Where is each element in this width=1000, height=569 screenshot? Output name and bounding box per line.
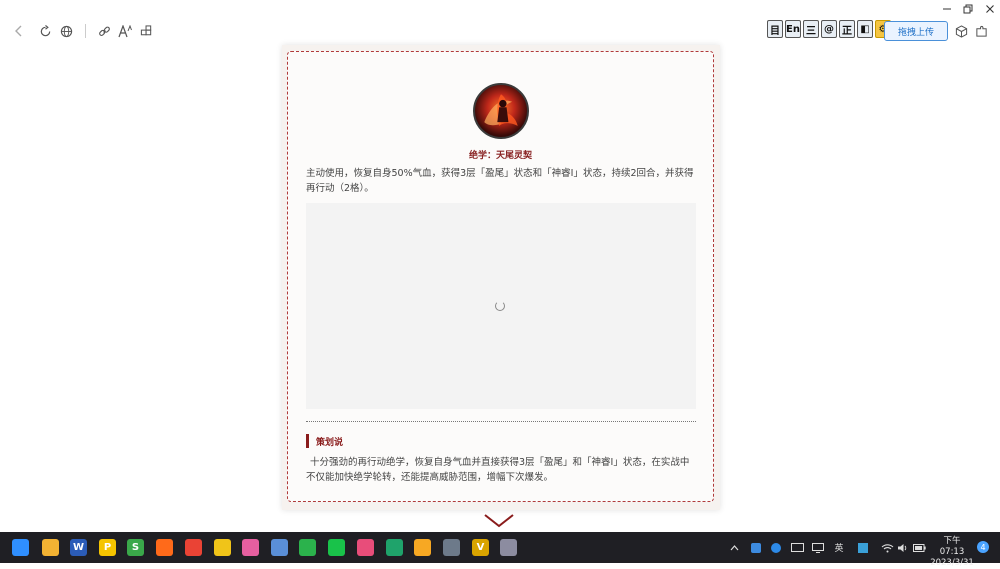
- section-accent-bar: [306, 434, 309, 448]
- wechat-icon[interactable]: [299, 539, 316, 556]
- refresh-icon[interactable]: [36, 22, 54, 40]
- tray-app-icon[interactable]: [749, 541, 762, 554]
- loading-spinner-icon: [495, 301, 505, 311]
- file-explorer-icon[interactable]: [42, 539, 59, 556]
- app-pink-icon[interactable]: [242, 539, 259, 556]
- ime-toolbar: 目 En 三 @ 正 ◧ ⚙: [767, 20, 891, 40]
- minimize-icon[interactable]: [940, 3, 954, 15]
- line-icon[interactable]: [328, 539, 345, 556]
- start-icon[interactable]: [12, 539, 29, 556]
- app-window-icon[interactable]: [271, 539, 288, 556]
- word-icon[interactable]: W: [70, 539, 87, 556]
- calculator-icon[interactable]: [443, 539, 460, 556]
- app-v-icon[interactable]: V: [472, 539, 489, 556]
- clock-date: 2023/3/31: [930, 558, 974, 568]
- tray-blue-icon[interactable]: [856, 541, 870, 554]
- restore-icon[interactable]: [961, 3, 975, 15]
- keyboard-icon[interactable]: [790, 541, 804, 554]
- toolbar-separator: [85, 24, 86, 38]
- chevron-down-icon[interactable]: [484, 514, 514, 528]
- close-icon[interactable]: [983, 3, 997, 15]
- skill-video-player[interactable]: [306, 203, 696, 409]
- ime-key-1[interactable]: En: [785, 20, 801, 38]
- skill-description: 主动使用，恢复自身50%气血，获得3层「盈尾」状态和「神睿I」状态，持续2回合，…: [306, 168, 694, 194]
- ime-key-3[interactable]: @: [821, 20, 837, 38]
- extensions-icon[interactable]: [137, 22, 155, 40]
- puzzle-icon[interactable]: [972, 22, 990, 40]
- section-title: 策划说: [316, 437, 344, 448]
- back-icon[interactable]: [10, 22, 28, 40]
- app-photo-icon[interactable]: [500, 539, 517, 556]
- drag-upload-button[interactable]: 拖拽上传: [884, 21, 948, 41]
- ime-key-0[interactable]: 目: [767, 20, 783, 38]
- ime-key-5[interactable]: ◧: [857, 20, 873, 38]
- skill-card: 绝学：天尾灵契 主动使用，恢复自身50%气血，获得3层「盈尾」状态和「神睿I」状…: [287, 51, 714, 502]
- section-header: 策划说: [306, 434, 343, 448]
- skill-avatar-image: [473, 83, 529, 139]
- edge-icon[interactable]: [386, 539, 403, 556]
- volume-icon[interactable]: [896, 541, 910, 554]
- ime-language-indicator[interactable]: 英: [832, 541, 846, 554]
- link-icon[interactable]: [95, 22, 113, 40]
- text-size-icon[interactable]: [116, 22, 134, 40]
- firefox-icon[interactable]: [156, 539, 173, 556]
- system-clock[interactable]: 下午 07:13 2023/3/31: [930, 536, 974, 569]
- show-hidden-icons-icon[interactable]: [729, 541, 739, 554]
- ime-key-4[interactable]: 正: [839, 20, 855, 38]
- section-text: 十分强劲的再行动绝学，恢复自身气血并直接获得3层「盈尾」和「神睿I」状态，在实战…: [306, 457, 690, 483]
- wifi-icon[interactable]: [880, 541, 894, 554]
- notification-badge[interactable]: 4: [977, 541, 989, 553]
- clock-time: 下午 07:13: [939, 536, 965, 557]
- app-s-icon[interactable]: S: [127, 539, 144, 556]
- tray-drop-icon[interactable]: [769, 541, 782, 554]
- app-pink2-icon[interactable]: [357, 539, 374, 556]
- chrome-icon[interactable]: [185, 539, 202, 556]
- cube-icon[interactable]: [952, 22, 970, 40]
- taskbar: WPS V 英 下午 07:13 2023/3/31 4: [0, 532, 1000, 568]
- app-p-icon[interactable]: P: [99, 539, 116, 556]
- battery-icon[interactable]: [912, 541, 926, 554]
- globe-icon[interactable]: [57, 22, 75, 40]
- display-icon[interactable]: [811, 541, 825, 554]
- ime-key-2[interactable]: 三: [803, 20, 819, 38]
- weather-icon[interactable]: [414, 539, 431, 556]
- app-tag-icon[interactable]: [214, 539, 231, 556]
- skill-title: 绝学：天尾灵契: [468, 151, 532, 161]
- section-divider: [306, 421, 696, 422]
